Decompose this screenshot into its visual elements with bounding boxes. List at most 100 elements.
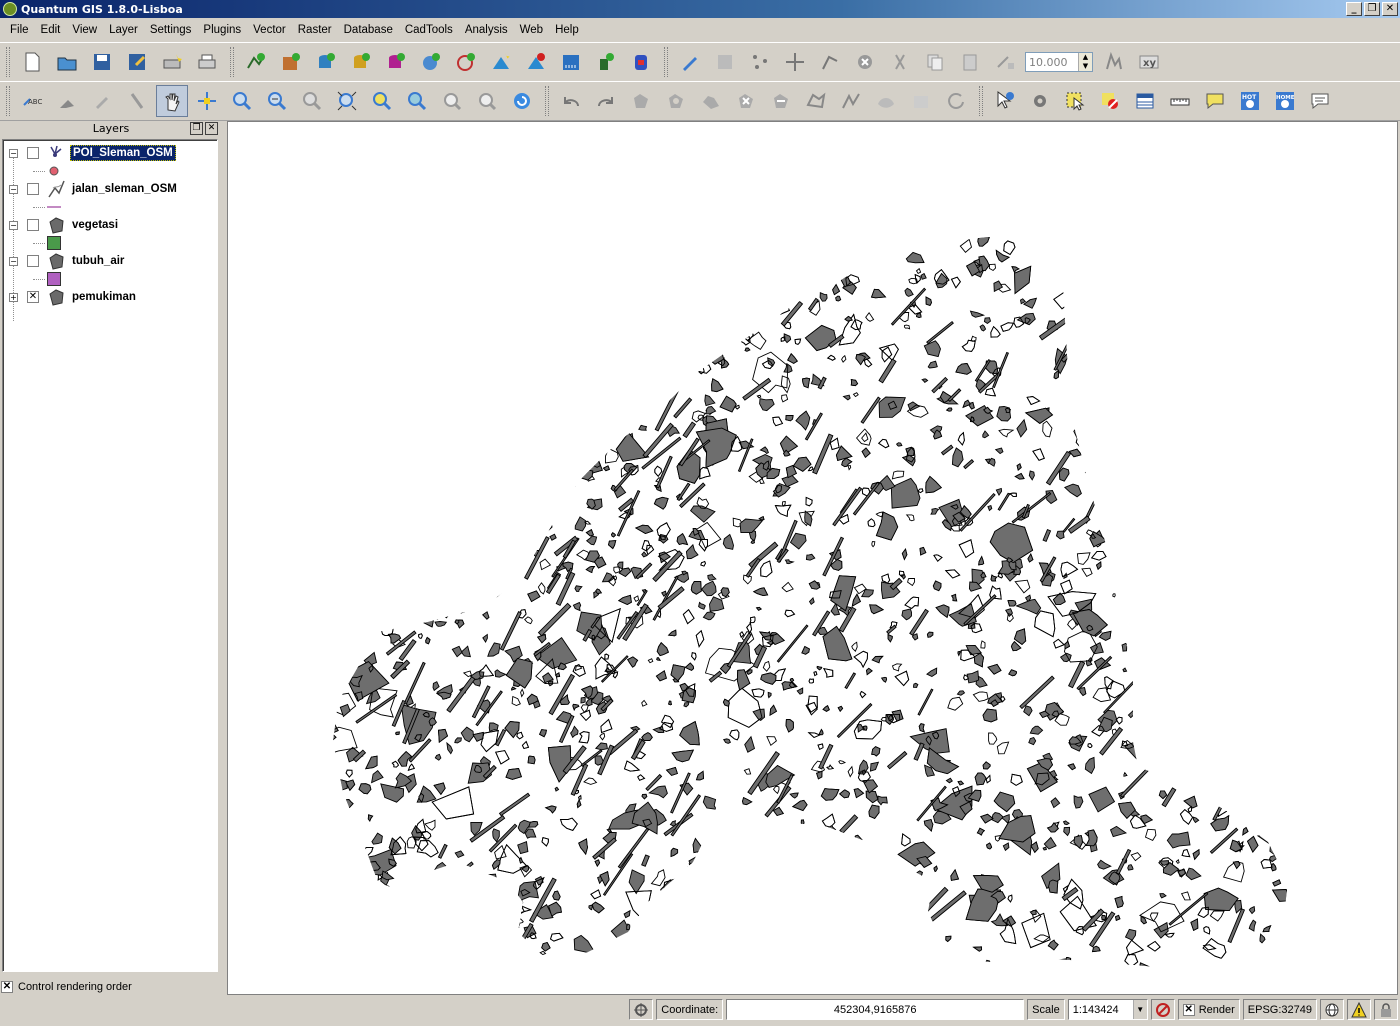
menu-analysis[interactable]: Analysis bbox=[459, 24, 514, 36]
add-feature-icon[interactable] bbox=[744, 46, 776, 78]
zoom-actual-size-icon[interactable] bbox=[296, 85, 328, 117]
layer-row-jalan-sleman-osm[interactable]: − jalan_sleman_OSM bbox=[3, 180, 215, 198]
undo-icon[interactable] bbox=[555, 85, 587, 117]
add-vector-layer-icon[interactable] bbox=[240, 46, 272, 78]
refresh-icon[interactable] bbox=[506, 85, 538, 117]
snapping-icon[interactable] bbox=[989, 46, 1021, 78]
copy-features-icon[interactable] bbox=[919, 46, 951, 78]
pan-to-selection-icon[interactable] bbox=[191, 85, 223, 117]
zoom-to-selection-icon[interactable] bbox=[366, 85, 398, 117]
restore-button[interactable]: ❐ bbox=[1364, 2, 1380, 16]
menu-edit[interactable]: Edit bbox=[35, 24, 67, 36]
rotate-label-icon[interactable] bbox=[86, 85, 118, 117]
add-postgis-layer-icon[interactable] bbox=[310, 46, 342, 78]
menu-view[interactable]: View bbox=[66, 24, 103, 36]
layer-name[interactable]: jalan_sleman_OSM bbox=[70, 182, 179, 196]
close-panel-button[interactable]: ✕ bbox=[205, 122, 218, 135]
render-checkbox[interactable]: ✕ bbox=[1182, 1003, 1195, 1016]
delete-selected-icon[interactable] bbox=[849, 46, 881, 78]
node-tool-icon[interactable] bbox=[814, 46, 846, 78]
delete-ring-icon[interactable] bbox=[730, 85, 762, 117]
close-button[interactable]: ✕ bbox=[1382, 2, 1398, 16]
new-print-composer-icon[interactable] bbox=[156, 46, 188, 78]
snap-tolerance-input[interactable]: 10.000 ▲ ▼ bbox=[1025, 52, 1093, 72]
chevron-down-icon[interactable]: ▼ bbox=[1132, 1000, 1147, 1019]
control-rendering-order-checkbox[interactable]: ✕ bbox=[1, 981, 13, 993]
menu-database[interactable]: Database bbox=[338, 24, 399, 36]
remove-layer-icon[interactable] bbox=[520, 46, 552, 78]
zoom-last-icon[interactable] bbox=[436, 85, 468, 117]
xy-tool-icon[interactable]: xy bbox=[1133, 46, 1165, 78]
reshape-features-icon[interactable] bbox=[800, 85, 832, 117]
pan-map-icon[interactable] bbox=[155, 85, 188, 117]
zoom-out-icon[interactable] bbox=[261, 85, 293, 117]
add-wcs-layer-icon[interactable] bbox=[450, 46, 482, 78]
layer-name[interactable]: pemukiman bbox=[70, 290, 138, 304]
layer-name[interactable]: vegetasi bbox=[70, 218, 120, 232]
open-project-icon[interactable] bbox=[51, 46, 83, 78]
layer-name[interactable]: POI_Sleman_OSM bbox=[70, 145, 176, 161]
identify-features-icon[interactable] bbox=[989, 85, 1021, 117]
menu-web[interactable]: Web bbox=[514, 24, 549, 36]
run-feature-action-icon[interactable] bbox=[1024, 85, 1056, 117]
save-as-icon[interactable] bbox=[121, 46, 153, 78]
zoom-full-icon[interactable] bbox=[331, 85, 363, 117]
expand-toggle[interactable]: + bbox=[9, 292, 18, 302]
measure-line-icon[interactable] bbox=[1164, 85, 1196, 117]
lock-icon[interactable] bbox=[1374, 999, 1398, 1020]
layer-visibility-checkbox[interactable] bbox=[27, 147, 39, 159]
render-toggle[interactable]: ✕ Render bbox=[1177, 999, 1240, 1020]
collapse-toggle[interactable]: − bbox=[9, 256, 18, 266]
layer-visibility-checkbox[interactable]: ✕ bbox=[27, 291, 39, 303]
attribute-table-icon[interactable] bbox=[1129, 85, 1161, 117]
add-ring-icon[interactable] bbox=[660, 85, 692, 117]
collapse-toggle[interactable]: − bbox=[9, 148, 18, 158]
change-label-icon[interactable] bbox=[121, 85, 153, 117]
add-raster-layer-icon[interactable] bbox=[275, 46, 307, 78]
float-panel-button[interactable]: ❐ bbox=[190, 122, 203, 135]
add-part-icon[interactable] bbox=[695, 85, 727, 117]
cut-features-icon[interactable] bbox=[884, 46, 916, 78]
toggle-editing-icon[interactable] bbox=[674, 46, 706, 78]
add-wms-layer-icon[interactable] bbox=[415, 46, 447, 78]
menu-settings[interactable]: Settings bbox=[144, 24, 198, 36]
text-annotation-icon[interactable] bbox=[1304, 85, 1336, 117]
rotate-point-symbols-icon[interactable] bbox=[940, 85, 972, 117]
deselect-features-icon[interactable] bbox=[1094, 85, 1126, 117]
layer-visibility-checkbox[interactable] bbox=[27, 183, 39, 195]
paste-features-icon[interactable] bbox=[954, 46, 986, 78]
minimize-button[interactable]: _ bbox=[1346, 2, 1362, 16]
coordinate-field[interactable]: 452304,9165876 bbox=[726, 999, 1025, 1020]
simplify-feature-icon[interactable] bbox=[625, 85, 657, 117]
merge-attributes-icon[interactable] bbox=[905, 85, 937, 117]
add-gps-layer-icon[interactable] bbox=[590, 46, 622, 78]
show-bookmarks-icon[interactable]: HOME bbox=[1269, 85, 1301, 117]
layer-row-tubuh-air[interactable]: − tubuh_air bbox=[3, 252, 215, 270]
crs-status[interactable]: EPSG:32749 bbox=[1242, 999, 1317, 1020]
warning-icon[interactable] bbox=[1347, 999, 1371, 1020]
layer-row-pemukiman[interactable]: + ✕ pemukiman bbox=[3, 288, 215, 306]
select-features-icon[interactable] bbox=[1059, 85, 1091, 117]
collapse-toggle[interactable]: − bbox=[9, 184, 18, 194]
add-delimited-text-icon[interactable] bbox=[555, 46, 587, 78]
toggle-extents-icon[interactable] bbox=[629, 999, 654, 1020]
layer-row-vegetasi[interactable]: − vegetasi bbox=[3, 216, 215, 234]
layer-visibility-checkbox[interactable] bbox=[27, 219, 39, 231]
stop-render-icon[interactable] bbox=[1150, 999, 1175, 1020]
add-mssql-layer-icon[interactable] bbox=[380, 46, 412, 78]
zoom-next-icon[interactable] bbox=[471, 85, 503, 117]
menu-cadtools[interactable]: CadTools bbox=[399, 24, 459, 36]
menu-vector[interactable]: Vector bbox=[247, 24, 292, 36]
map-canvas[interactable] bbox=[227, 121, 1398, 995]
map-tips-icon[interactable] bbox=[1199, 85, 1231, 117]
pin-labels-icon[interactable] bbox=[51, 85, 83, 117]
menu-raster[interactable]: Raster bbox=[292, 24, 338, 36]
cad-tools-icon[interactable] bbox=[1098, 46, 1130, 78]
zoom-in-icon[interactable] bbox=[226, 85, 258, 117]
layer-row-poi-sleman-osm[interactable]: − POI_Sleman_OSM bbox=[3, 144, 215, 162]
new-project-icon[interactable] bbox=[16, 46, 48, 78]
composer-manager-icon[interactable] bbox=[191, 46, 223, 78]
save-project-icon[interactable] bbox=[86, 46, 118, 78]
layer-name[interactable]: tubuh_air bbox=[70, 254, 126, 268]
move-feature-icon[interactable] bbox=[779, 46, 811, 78]
